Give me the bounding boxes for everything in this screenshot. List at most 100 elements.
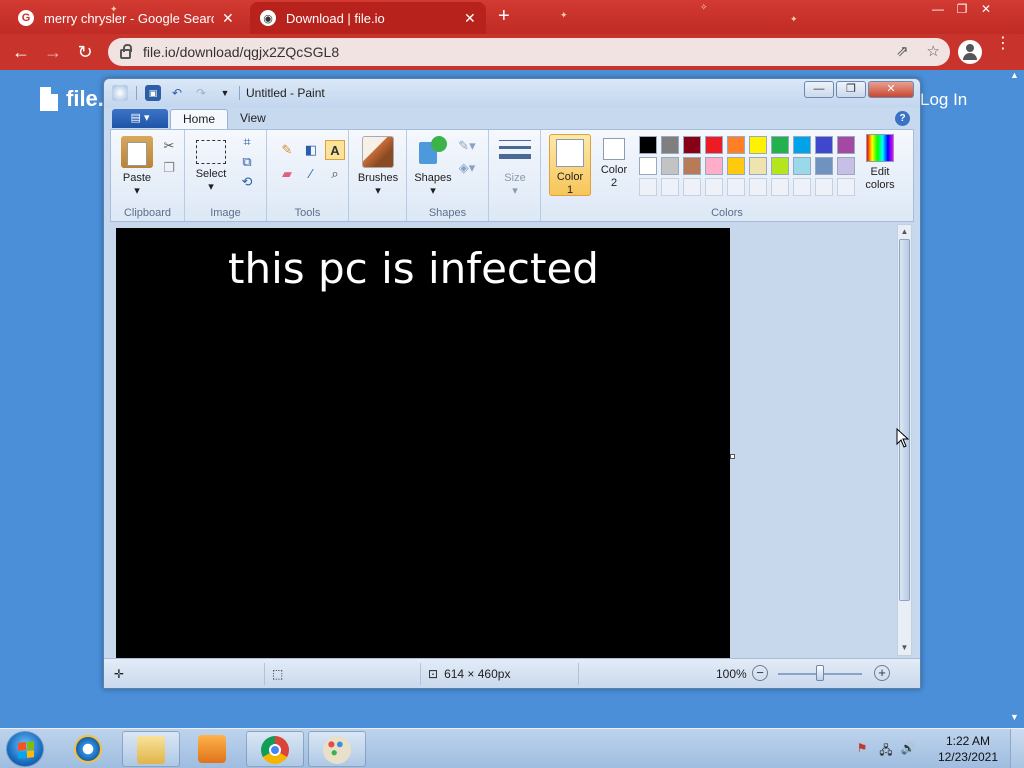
fileio-logo[interactable]: file. [40,86,104,112]
paint-app-icon[interactable] [112,85,128,101]
close-button[interactable]: ✕ [868,81,914,98]
kebab-menu-icon[interactable]: ⋮ [995,36,1011,52]
custom-color-slot[interactable] [727,178,745,196]
palette-swatch[interactable] [727,136,745,154]
taskbar-ie[interactable] [60,731,118,767]
redo-icon[interactable]: ↷ [193,85,209,101]
palette-swatch[interactable] [771,157,789,175]
palette-swatch[interactable] [793,157,811,175]
customize-qat-icon[interactable]: ▼ [217,85,233,101]
custom-color-slot[interactable] [661,178,679,196]
close-tab-icon[interactable]: ✕ [464,10,476,27]
drawing-canvas[interactable]: this pc is infected [116,228,730,658]
forward-icon[interactable]: → [42,41,64,63]
palette-swatch[interactable] [727,157,745,175]
scroll-up-arrow[interactable]: ▲ [898,225,911,239]
palette-swatch[interactable] [815,136,833,154]
custom-color-slot[interactable] [815,178,833,196]
start-button[interactable] [6,731,44,767]
tab-home[interactable]: Home [170,109,229,129]
pencil-icon[interactable]: ✎ [277,140,297,160]
new-tab-button[interactable]: + [498,6,510,26]
show-desktop-button[interactable] [1010,729,1024,768]
outline-icon[interactable]: ✎▾ [457,136,477,156]
undo-icon[interactable]: ↶ [169,85,185,101]
restore-icon[interactable]: ❐ [950,2,974,16]
edit-colors-button[interactable]: Edit colors [855,134,905,192]
volume-icon[interactable]: 🔊 [900,741,916,757]
network-icon[interactable]: 🖧 [878,741,894,757]
save-icon[interactable]: ▣ [145,85,161,101]
taskbar-explorer[interactable] [122,731,180,767]
palette-swatch[interactable] [661,136,679,154]
taskbar-chrome[interactable] [246,731,304,767]
fill-icon[interactable]: ◈▾ [457,158,477,178]
crop-icon[interactable]: ⌗ [237,132,257,152]
color1-button[interactable]: Color 1 [549,134,591,196]
reload-icon[interactable]: ↻ [74,41,96,63]
tab-view[interactable]: View [228,109,278,129]
system-clock[interactable]: 1:22 AM 12/23/2021 [938,733,998,765]
close-icon[interactable]: ✕ [974,2,998,16]
palette-swatch[interactable] [683,157,701,175]
select-button[interactable]: Select ▾ [191,136,231,194]
minimize-icon[interactable]: — [926,2,950,16]
rotate-icon[interactable]: ⟲ [237,172,257,192]
tab-fileio-download[interactable]: ◉ Download | file.io ✕ [250,2,486,34]
magnifier-icon[interactable]: ⌕ [325,164,345,184]
back-icon[interactable]: ← [10,41,32,63]
palette-swatch[interactable] [705,157,723,175]
help-icon[interactable]: ? [895,111,910,126]
zoom-slider-thumb[interactable] [816,665,824,681]
custom-color-slot[interactable] [683,178,701,196]
cut-icon[interactable]: ✂ [159,136,179,156]
palette-swatch[interactable] [815,157,833,175]
palette-swatch[interactable] [683,136,701,154]
palette-swatch[interactable] [837,157,855,175]
action-center-flag-icon[interactable]: ⚑ [854,741,870,757]
palette-swatch[interactable] [639,157,657,175]
paste-button[interactable]: Paste ▾ [117,136,157,198]
color2-button[interactable]: Color 2 [593,138,635,190]
scroll-thumb[interactable] [899,239,910,601]
bookmark-star-icon[interactable]: ☆ [927,42,940,60]
tab-google-search[interactable]: G merry chrysler - Google Search ✕ [8,2,246,34]
page-scroll-down-icon[interactable]: ▼ [1010,712,1019,722]
palette-swatch[interactable] [749,136,767,154]
zoom-out-button[interactable]: − [752,665,768,681]
brushes-button[interactable]: Brushes ▾ [354,136,402,198]
custom-color-slot[interactable] [771,178,789,196]
size-button[interactable]: Size ▾ [495,136,535,198]
shapes-button[interactable]: Shapes ▾ [411,136,455,198]
canvas-resize-handle[interactable] [730,454,735,459]
palette-swatch[interactable] [749,157,767,175]
palette-swatch[interactable] [639,136,657,154]
page-scroll-up-icon[interactable]: ▲ [1010,70,1019,80]
zoom-in-button[interactable]: + [874,665,890,681]
share-icon[interactable]: ⇗ [896,42,909,60]
eraser-icon[interactable]: ▰ [277,164,297,184]
palette-swatch[interactable] [771,136,789,154]
text-tool-icon[interactable]: A [325,140,345,160]
fill-bucket-icon[interactable]: ◧ [301,140,321,160]
address-bar[interactable]: file.io/download/qgjx2ZQcSGL8 ⇗ ☆ [108,38,950,66]
maximize-button[interactable]: ❐ [836,81,866,98]
taskbar-media-player[interactable] [184,731,242,767]
taskbar-paint[interactable] [308,731,366,767]
custom-color-slot[interactable] [639,178,657,196]
copy-icon[interactable]: ❐ [159,158,179,178]
minimize-button[interactable]: — [804,81,834,98]
custom-color-slot[interactable] [793,178,811,196]
palette-swatch[interactable] [793,136,811,154]
palette-swatch[interactable] [661,157,679,175]
scroll-down-arrow[interactable]: ▼ [898,641,911,655]
palette-swatch[interactable] [837,136,855,154]
color-picker-icon[interactable]: ⁄ [301,164,321,184]
custom-color-slot[interactable] [705,178,723,196]
close-tab-icon[interactable]: ✕ [222,10,234,27]
profile-avatar-icon[interactable] [958,40,982,64]
paint-titlebar[interactable]: ▣ ↶ ↷ ▼ Untitled - Paint — ❐ ✕ [104,79,920,107]
login-link[interactable]: Log In [920,90,967,110]
custom-color-slot[interactable] [837,178,855,196]
palette-swatch[interactable] [705,136,723,154]
